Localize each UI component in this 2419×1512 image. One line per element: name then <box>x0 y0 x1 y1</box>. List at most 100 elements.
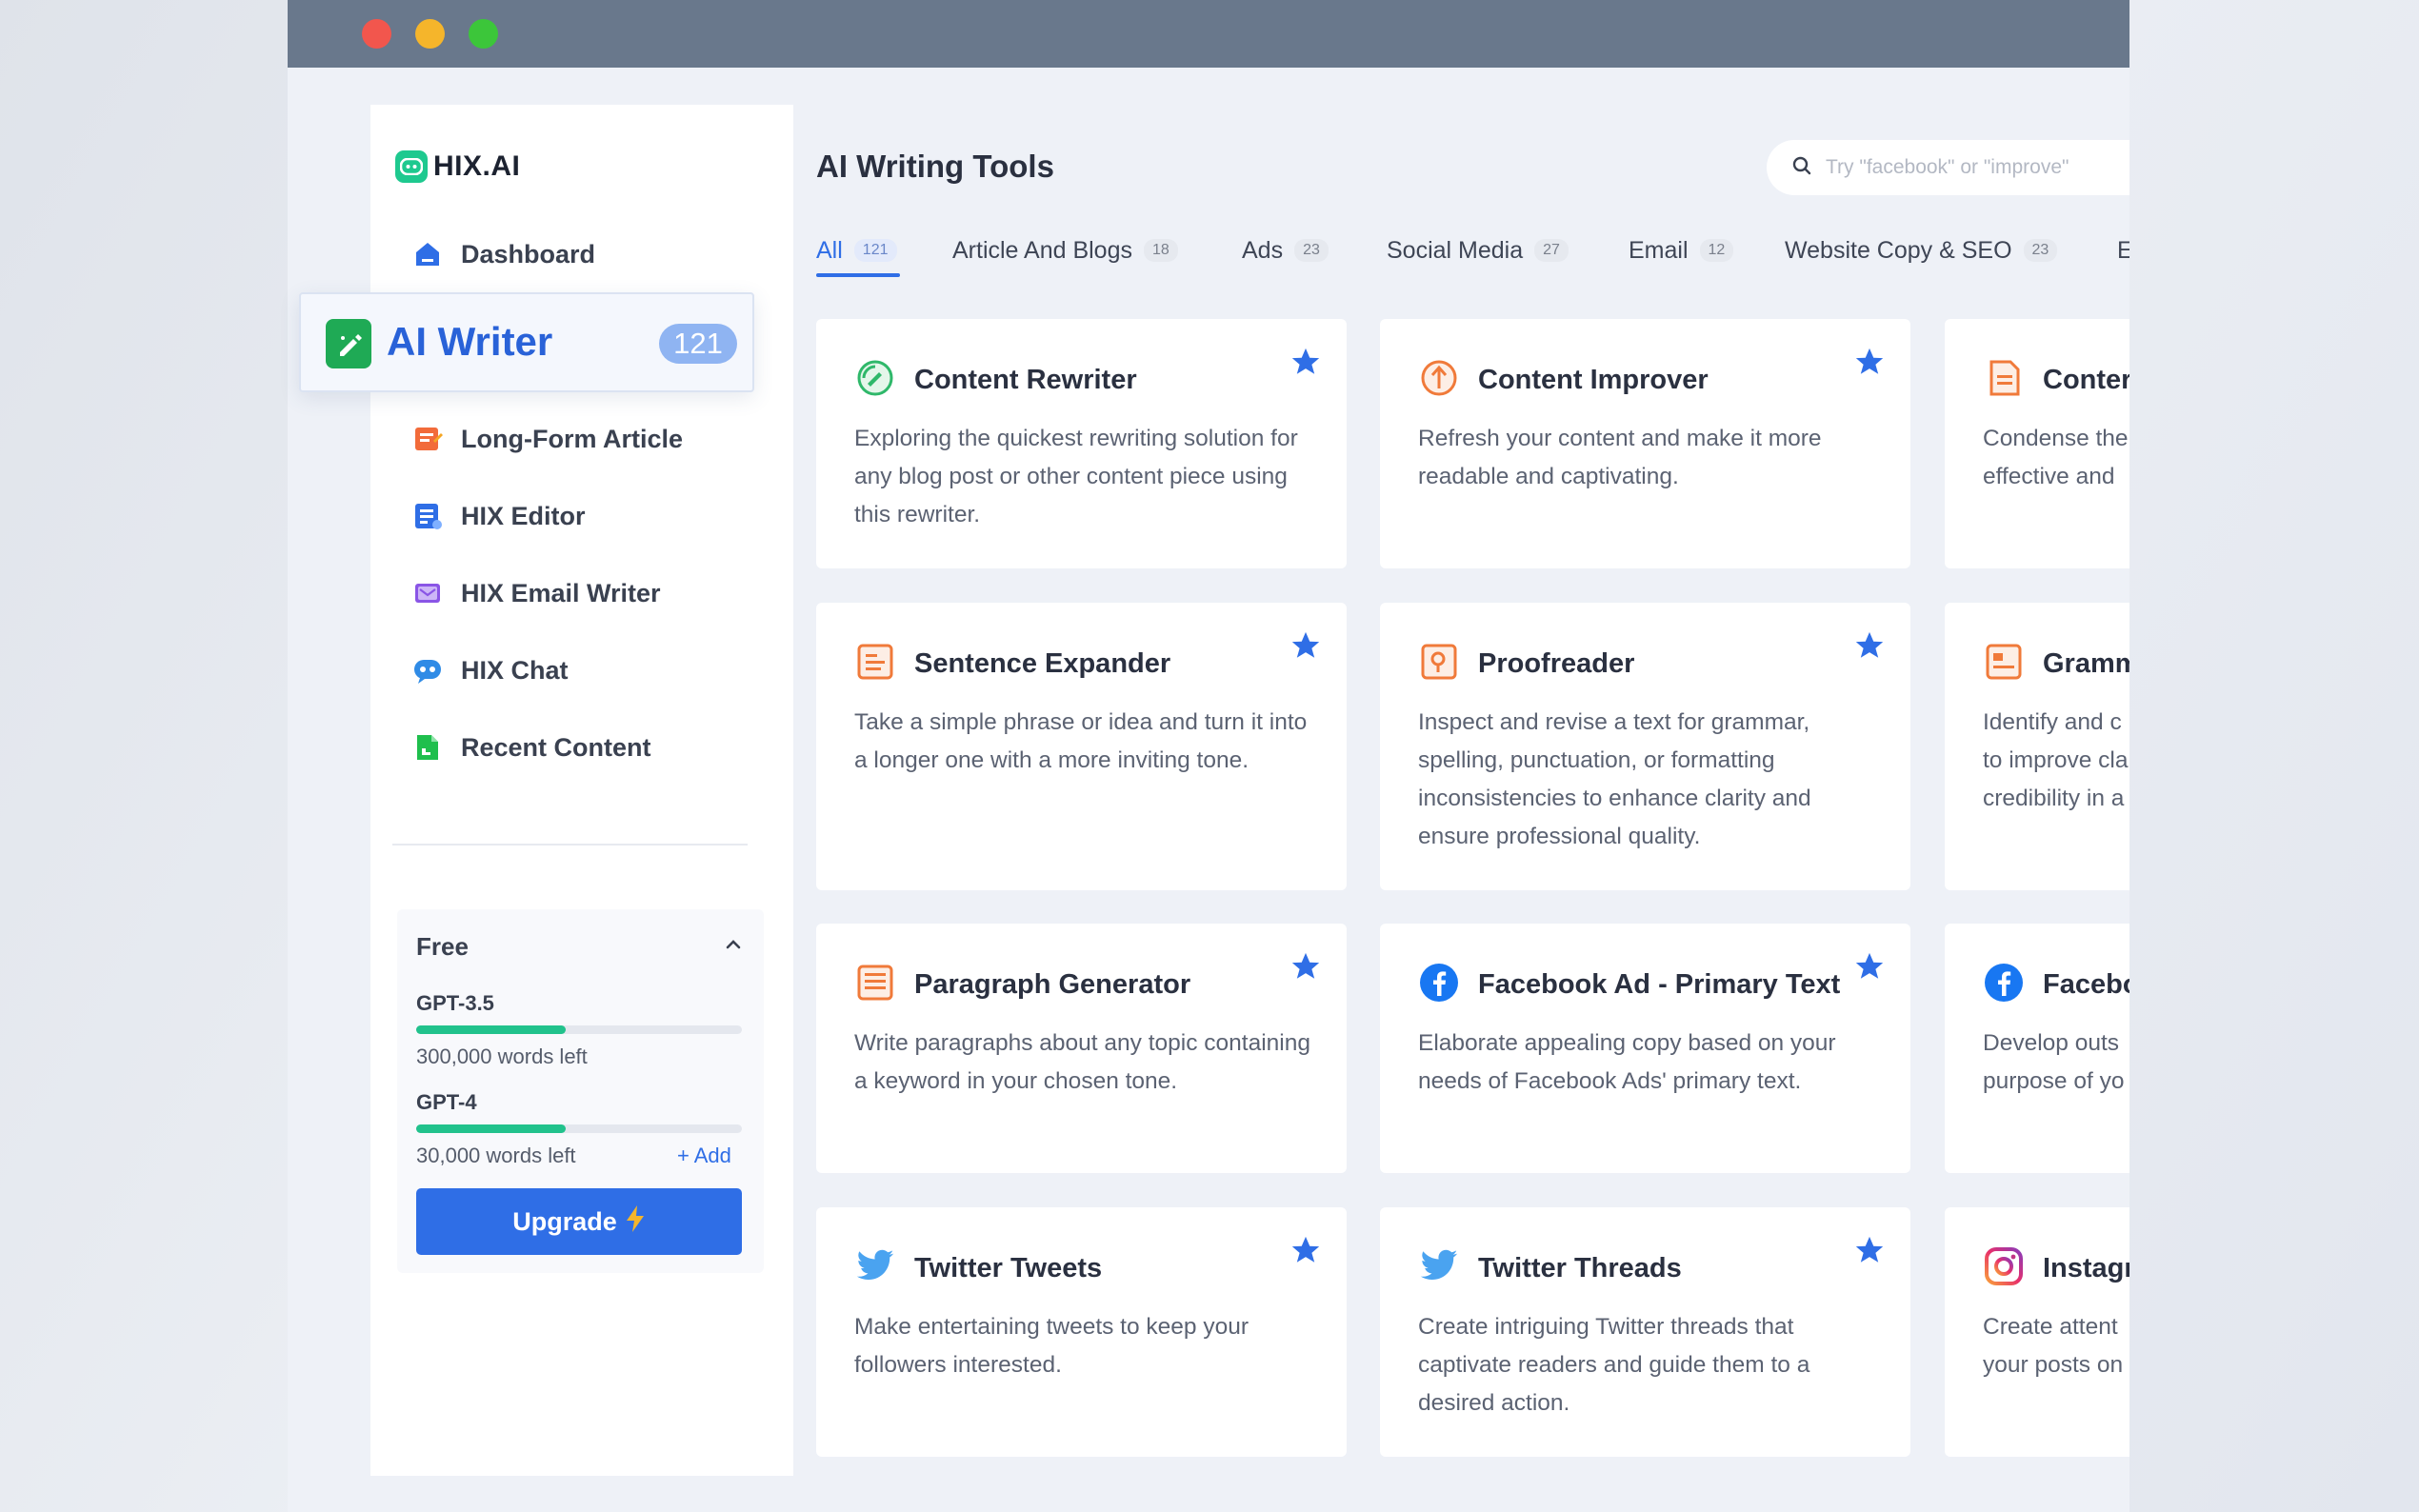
star-icon[interactable] <box>1853 346 1886 378</box>
sidebar-item-label: Long-Form Article <box>461 424 683 453</box>
document-icon <box>411 731 444 764</box>
tool-card-content-improver[interactable]: Content Improver Refresh your content an… <box>1380 319 1910 568</box>
card-description: Identify and c to improve cla credibilit… <box>1983 709 2129 811</box>
star-icon[interactable] <box>1853 950 1886 983</box>
tools-grid: Content Rewriter Exploring the quickest … <box>816 314 2129 1512</box>
maximize-window-button[interactable] <box>469 19 498 49</box>
ai-writer-count-badge: 121 <box>659 324 737 364</box>
model-name: GPT-3.5 <box>416 991 494 1015</box>
summary-icon <box>1983 357 2025 399</box>
email-icon <box>411 577 444 609</box>
tab-social-media[interactable]: Social Media 27 <box>1387 229 1569 272</box>
tab-ads[interactable]: Ads 23 <box>1242 229 1329 272</box>
tool-card-facebook-ad-primary-text[interactable]: Facebook Ad - Primary Text Elaborate app… <box>1380 924 1910 1173</box>
sidebar-item-dashboard[interactable]: Dashboard <box>411 238 595 270</box>
tab-label: E <box>2117 236 2129 264</box>
words-left: 30,000 words left <box>416 1144 576 1167</box>
star-icon[interactable] <box>1853 629 1886 662</box>
card-title: Content Improver <box>1478 365 1709 395</box>
add-words-link[interactable]: + Add <box>677 1144 731 1168</box>
tab-count-badge: 23 <box>1294 239 1329 262</box>
sidebar-item-hix-email-writer[interactable]: HIX Email Writer <box>411 577 661 609</box>
editor-icon <box>411 500 444 532</box>
tab-count-badge: 18 <box>1144 239 1178 262</box>
usage-bar-fill <box>416 1025 567 1034</box>
tool-card-facebook[interactable]: Facebo Develop outs purpose of yo <box>1945 924 2129 1173</box>
tab-label: Article And Blogs <box>952 236 1132 264</box>
star-icon[interactable] <box>1289 629 1322 662</box>
home-icon <box>411 238 444 270</box>
tool-card-sentence-expander[interactable]: Sentence Expander Take a simple phrase o… <box>816 603 1347 890</box>
words-left: 300,000 words left <box>416 1044 588 1068</box>
tool-card-instagram[interactable]: Instagr Create attent your posts on <box>1945 1207 2129 1457</box>
tab-e[interactable]: E <box>2117 229 2129 272</box>
page-title: AI Writing Tools <box>816 149 1054 184</box>
sidebar-item-label: HIX Chat <box>461 655 569 685</box>
card-title: Facebook Ad - Primary Text <box>1478 969 1841 1000</box>
tab-count-badge: 23 <box>2023 239 2058 262</box>
star-icon[interactable] <box>1289 1234 1322 1266</box>
card-title: Twitter Tweets <box>914 1253 1103 1283</box>
improve-icon <box>1418 357 1460 399</box>
sidebar-item-ai-writer[interactable]: AI Writer 121 <box>299 292 754 392</box>
tab-label: Website Copy & SEO <box>1785 236 2012 264</box>
card-description: Create intriguing Twitter threads that c… <box>1418 1314 1810 1416</box>
card-title: Facebo <box>2043 969 2129 1000</box>
card-title: Conter <box>2043 365 2129 395</box>
instagram-icon <box>1983 1245 2025 1287</box>
tab-label: Email <box>1629 236 1689 264</box>
star-icon[interactable] <box>1853 1234 1886 1266</box>
model-name: GPT-4 <box>416 1090 477 1114</box>
close-window-button[interactable] <box>362 19 391 49</box>
sidebar-item-label: HIX Editor <box>461 501 586 530</box>
sidebar-item-label: Dashboard <box>461 239 596 269</box>
card-description: Take a simple phrase or idea and turn it… <box>854 709 1308 773</box>
tool-card-grammar-checker[interactable]: Gramm Identify and c to improve cla cred… <box>1945 603 2129 890</box>
card-description: Inspect and revise a text for grammar, s… <box>1418 709 1811 849</box>
upgrade-button[interactable]: Upgrade <box>416 1188 742 1255</box>
sidebar-item-long-form-article[interactable]: Long-Form Article <box>411 423 683 455</box>
paragraph-icon <box>854 962 896 1004</box>
minimize-window-button[interactable] <box>415 19 445 49</box>
sidebar-item-label: Recent Content <box>461 732 651 762</box>
star-icon[interactable] <box>1289 346 1322 378</box>
tool-card-content-rewriter[interactable]: Content Rewriter Exploring the quickest … <box>816 319 1347 568</box>
star-icon[interactable] <box>1289 950 1322 983</box>
sidebar-item-recent-content[interactable]: Recent Content <box>411 731 651 764</box>
article-icon <box>411 423 444 455</box>
tab-label: Social Media <box>1387 236 1524 264</box>
chevron-up-icon[interactable] <box>719 930 748 959</box>
tab-all[interactable]: All 121 <box>816 229 897 272</box>
card-description: Develop outs purpose of yo <box>1983 1030 2125 1094</box>
sidebar-item-hix-editor[interactable]: HIX Editor <box>411 500 586 532</box>
card-title: Twitter Threads <box>1478 1253 1682 1283</box>
sidebar-divider <box>392 844 748 846</box>
tool-card-proofreader[interactable]: Proofreader Inspect and revise a text fo… <box>1380 603 1910 890</box>
sidebar-item-hix-chat[interactable]: HIX Chat <box>411 654 569 686</box>
tab-count-badge: 27 <box>1534 239 1569 262</box>
search-icon <box>1791 155 1812 181</box>
rewrite-icon <box>854 357 896 399</box>
tool-card-paragraph-generator[interactable]: Paragraph Generator Write paragraphs abo… <box>816 924 1347 1173</box>
facebook-icon <box>1418 962 1460 1004</box>
search-input[interactable] <box>1826 156 2129 179</box>
grammar-icon <box>1983 641 2025 683</box>
brand-logo[interactable]: HIX.AI <box>395 150 520 183</box>
tool-card-twitter-tweets[interactable]: Twitter Tweets Make entertaining tweets … <box>816 1207 1347 1457</box>
card-title: Paragraph Generator <box>914 969 1191 1000</box>
tab-article-and-blogs[interactable]: Article And Blogs 18 <box>952 229 1178 272</box>
tab-label: Ads <box>1242 236 1284 264</box>
tab-count-badge: 121 <box>853 239 897 262</box>
app-window: HIX.AI Dashboard Long-Form Article HIX E… <box>288 0 2129 1512</box>
tab-email[interactable]: Email 12 <box>1629 229 1734 272</box>
tool-card-twitter-threads[interactable]: Twitter Threads Create intriguing Twitte… <box>1380 1207 1910 1457</box>
card-title: Proofreader <box>1478 648 1635 679</box>
card-title: Sentence Expander <box>914 648 1171 679</box>
ai-writer-label: AI Writer <box>387 319 553 364</box>
search-box[interactable] <box>1767 140 2129 195</box>
tab-website-copy-seo[interactable]: Website Copy & SEO 23 <box>1785 229 2058 272</box>
tab-count-badge: 12 <box>1699 239 1734 262</box>
usage-bar-fill <box>416 1124 567 1133</box>
brand-name: HIX.AI <box>433 150 521 182</box>
tool-card-content-summarizer[interactable]: Conter Condense the effective and <box>1945 319 2129 568</box>
